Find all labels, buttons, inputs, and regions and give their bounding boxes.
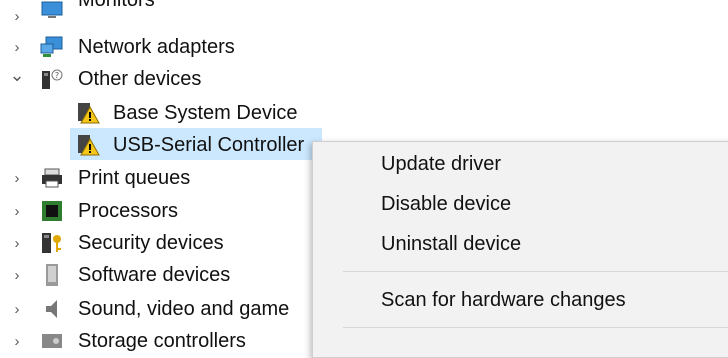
warning-device-icon	[76, 133, 100, 157]
other-devices-icon: ?	[40, 67, 64, 91]
warning-device-icon	[76, 101, 100, 125]
chevron-right-icon[interactable]: ›	[8, 294, 26, 324]
menu-item-label: Scan for hardware changes	[381, 289, 626, 311]
context-menu-item-uninstall-device[interactable]: Uninstall device	[317, 226, 728, 262]
chevron-right-icon[interactable]: ›	[8, 326, 26, 356]
tree-item-monitors[interactable]: › Monitors	[0, 0, 330, 31]
security-device-icon	[40, 231, 64, 255]
tree-item-label: Processors	[78, 200, 179, 222]
speaker-icon	[40, 297, 64, 321]
menu-separator	[343, 327, 728, 328]
tree-item-label: USB-Serial Controller	[113, 134, 305, 156]
chevron-right-icon[interactable]: ›	[8, 260, 26, 290]
context-menu-item-update-driver[interactable]: Update driver	[317, 146, 728, 182]
chevron-right-icon[interactable]: ›	[8, 1, 26, 31]
tree-item-label: Monitors	[78, 0, 155, 11]
menu-separator	[343, 271, 728, 272]
tree-item-label: Storage controllers	[78, 330, 246, 352]
tree-item-label: Sound, video and game	[78, 298, 290, 320]
chevron-right-icon[interactable]: ›	[8, 32, 26, 62]
chevron-right-icon[interactable]: ›	[8, 228, 26, 258]
tree-item-processors[interactable]: › Processors	[0, 196, 330, 226]
tree-item-software-devices[interactable]: › Software devices	[0, 260, 330, 290]
software-device-icon	[40, 263, 64, 287]
chevron-right-icon[interactable]: ›	[8, 163, 26, 193]
context-menu: Update driver Disable device Uninstall d…	[312, 141, 728, 358]
network-adapter-icon	[40, 35, 64, 59]
svg-text:?: ?	[55, 71, 59, 80]
processor-icon	[40, 199, 64, 223]
tree-item-usb-serial-controller[interactable]: USB-Serial Controller	[0, 130, 330, 160]
menu-item-label: Uninstall device	[381, 233, 522, 255]
chevron-right-icon[interactable]: ›	[8, 196, 26, 226]
tree-item-other-devices[interactable]: ⌄ ? Other devices	[0, 64, 330, 94]
tree-item-label: Other devices	[78, 68, 202, 90]
storage-controller-icon	[40, 329, 64, 353]
tree-item-label: Base System Device	[113, 102, 298, 124]
monitor-icon	[40, 0, 64, 22]
context-menu-item-scan-hardware[interactable]: Scan for hardware changes	[317, 282, 728, 318]
menu-item-label: Update driver	[381, 153, 502, 175]
printer-icon	[40, 166, 64, 190]
tree-item-label: Network adapters	[78, 36, 235, 58]
tree-item-label: Print queues	[78, 167, 191, 189]
menu-item-label: Disable device	[381, 193, 512, 215]
tree-item-storage-controllers[interactable]: › Storage controllers	[0, 326, 330, 356]
chevron-down-icon[interactable]: ⌄	[8, 60, 26, 90]
tree-item-label: Security devices	[78, 232, 224, 254]
tree-item-base-system-device[interactable]: Base System Device	[0, 98, 330, 128]
tree-item-print-queues[interactable]: › Print queues	[0, 163, 330, 193]
tree-item-sound-video-game[interactable]: › Sound, video and game	[0, 294, 330, 324]
tree-item-label: Software devices	[78, 264, 231, 286]
tree-item-security-devices[interactable]: › Security devices	[0, 228, 330, 258]
context-menu-item-disable-device[interactable]: Disable device	[317, 186, 728, 222]
tree-item-network-adapters[interactable]: › Network adapters	[0, 32, 330, 62]
device-tree: › Monitors › Network adapters ⌄ ? Other …	[0, 0, 728, 358]
